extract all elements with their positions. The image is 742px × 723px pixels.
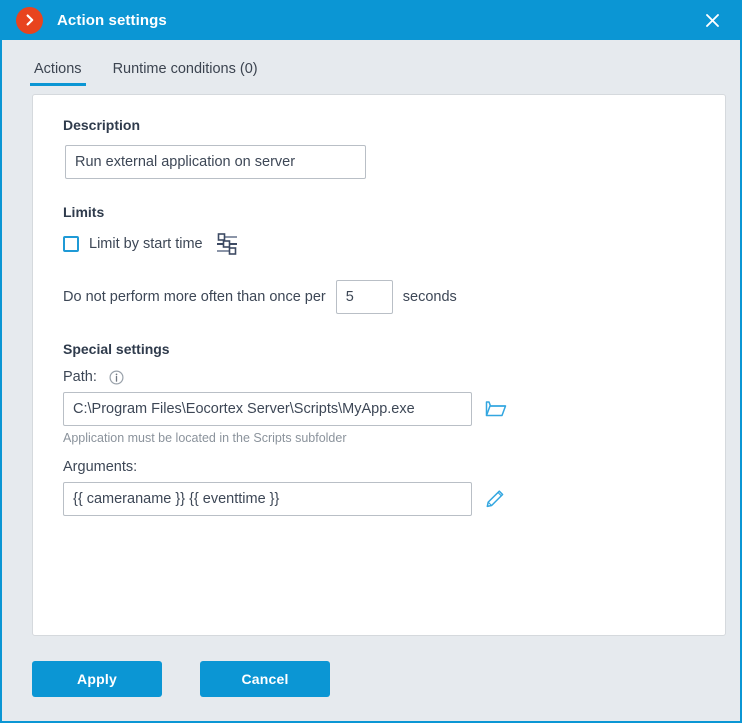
path-input-value: C:\Program Files\Eocortex Server\Scripts… — [73, 401, 415, 417]
cancel-button[interactable]: Cancel — [200, 660, 330, 697]
arguments-label: Arguments: — [63, 459, 138, 475]
window-title: Action settings — [57, 11, 167, 29]
close-button[interactable] — [690, 0, 734, 40]
limit-by-start-time-label: Limit by start time — [89, 236, 203, 252]
path-field-row: C:\Program Files\Eocortex Server\Scripts… — [63, 392, 695, 426]
tab-runtime-conditions[interactable]: Runtime conditions (0) — [109, 61, 262, 86]
frequency-row: Do not perform more often than once per … — [63, 280, 695, 314]
limits-heading: Limits — [63, 204, 105, 220]
frequency-suffix-label: seconds — [402, 289, 457, 305]
tab-actions-label: Actions — [34, 61, 82, 77]
arguments-field-row: {{ cameraname }} {{ eventtime }} — [63, 482, 695, 516]
dialog-footer: Apply Cancel — [2, 636, 740, 721]
close-icon — [705, 13, 719, 27]
title-bar: Action settings — [0, 0, 742, 40]
settings-panel: Description Run external application on … — [32, 94, 726, 636]
special-settings-heading: Special settings — [63, 341, 170, 357]
description-input[interactable]: Run external application on server — [65, 145, 366, 179]
tab-bar: Actions Runtime conditions (0) — [2, 40, 740, 86]
frequency-prefix-label: Do not perform more often than once per — [63, 289, 326, 305]
chevron-right-circle-icon — [16, 6, 43, 34]
tab-runtime-conditions-label: Runtime conditions (0) — [112, 61, 258, 77]
pencil-icon[interactable] — [485, 489, 505, 509]
tab-actions[interactable]: Actions — [30, 61, 86, 86]
arguments-input-value: {{ cameraname }} {{ eventtime }} — [73, 491, 280, 507]
sliders-icon[interactable] — [215, 232, 239, 256]
action-settings-dialog: Action settings Actions Runtime conditio… — [0, 0, 742, 723]
path-input[interactable]: C:\Program Files\Eocortex Server\Scripts… — [63, 392, 472, 426]
info-icon[interactable] — [109, 369, 124, 385]
description-heading: Description — [63, 117, 141, 133]
limit-by-start-time-checkbox[interactable] — [63, 236, 79, 252]
path-hint: Application must be located in the Scrip… — [63, 431, 347, 445]
frequency-seconds-input[interactable]: 5 — [335, 280, 393, 314]
path-label-row: Path: — [63, 369, 695, 385]
frequency-seconds-value: 5 — [345, 289, 354, 305]
path-label: Path: — [63, 369, 97, 385]
description-input-value: Run external application on server — [75, 154, 296, 170]
arguments-input[interactable]: {{ cameraname }} {{ eventtime }} — [63, 482, 472, 516]
apply-button[interactable]: Apply — [32, 660, 162, 697]
limit-by-start-time-row: Limit by start time — [63, 232, 695, 256]
folder-icon[interactable] — [485, 399, 507, 419]
